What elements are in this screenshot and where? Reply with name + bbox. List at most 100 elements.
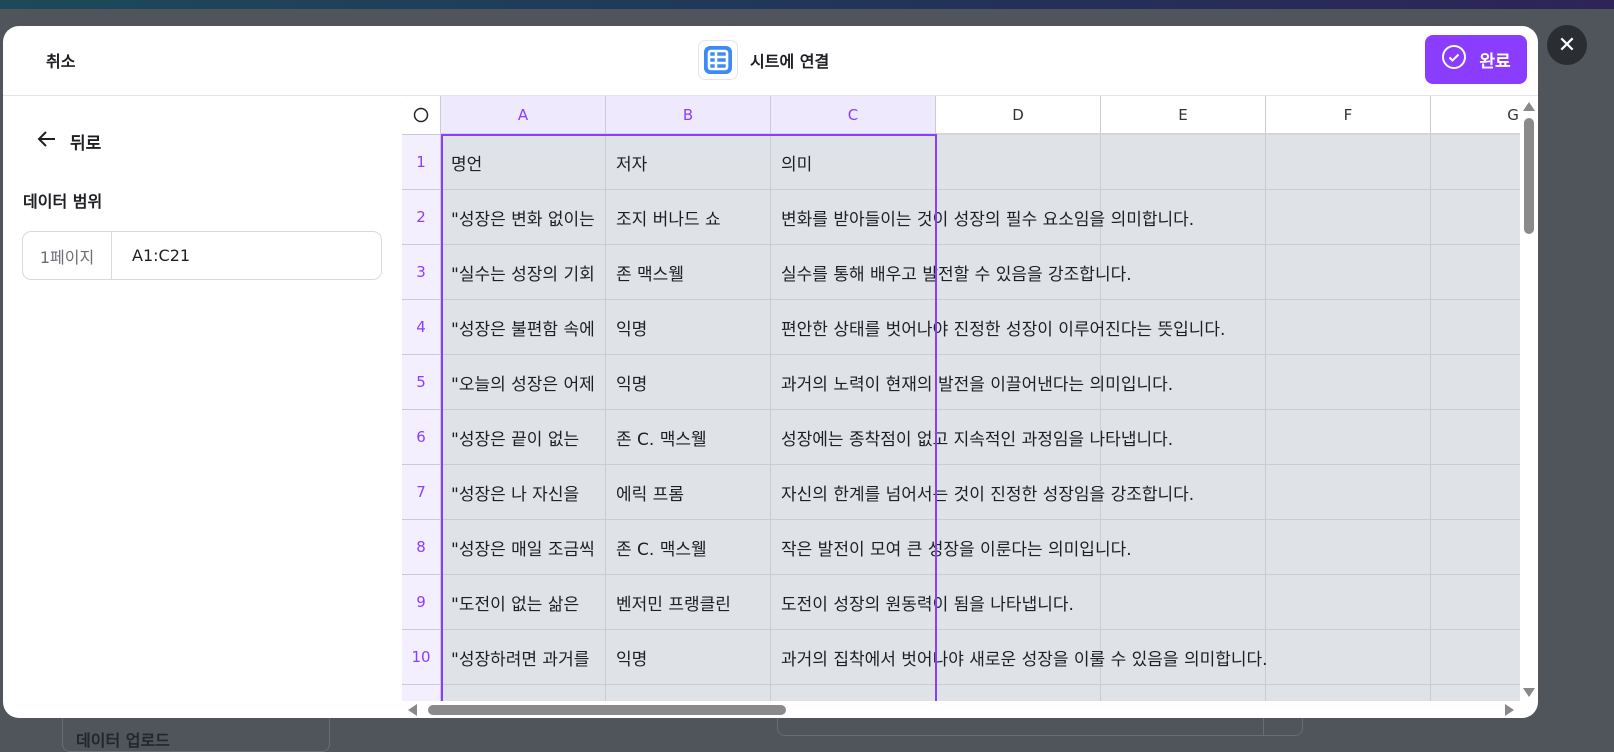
cancel-button[interactable]: 취소 [46, 48, 75, 72]
table-cell[interactable] [936, 135, 1101, 190]
column-header-c[interactable]: C [771, 96, 936, 135]
select-all-button[interactable] [402, 96, 441, 135]
scroll-right-icon[interactable] [1505, 704, 1514, 716]
table-cell[interactable]: "실수는 성장의 기회 [441, 245, 606, 300]
scroll-down-icon[interactable] [1523, 688, 1535, 697]
row-header[interactable]: 6 [402, 410, 441, 465]
row-header[interactable]: 8 [402, 520, 441, 575]
selection-border-top [441, 134, 936, 136]
horizontal-scrollbar[interactable] [402, 701, 1520, 718]
row-header[interactable]: 10 [402, 630, 441, 685]
table-cell[interactable] [1431, 630, 1520, 685]
spreadsheet-grid[interactable]: A B C D E F G 1 명언 저자 의미 2 "성장은 변화 없이는 조지 버나드 쇼 변화를 받아… [402, 96, 1520, 701]
table-cell[interactable]: 실수를 통해 배우고 발전할 수 있음을 강조합니다. [771, 245, 1132, 300]
table-cell[interactable]: "성장은 불편함 속에 [441, 300, 606, 355]
table-cell[interactable] [1431, 355, 1520, 410]
table-cell[interactable]: 익명 [606, 630, 771, 685]
table-cell[interactable] [1266, 300, 1431, 355]
row-header[interactable]: 7 [402, 465, 441, 520]
table-cell[interactable] [1266, 685, 1431, 701]
table-cell[interactable] [1266, 410, 1431, 465]
table-cell[interactable] [1266, 245, 1431, 300]
table-cell[interactable]: "성장하려면 과거를 [441, 630, 606, 685]
table-cell[interactable]: 과거의 집착에서 벗어나야 새로운 성장을 이룰 수 있음을 의미합니다. [771, 630, 1268, 685]
table-cell[interactable]: 편안한 상태를 벗어나야 진정한 성장이 이루어진다는 뜻입니다. [771, 300, 1225, 355]
table-cell[interactable]: 익명 [606, 300, 771, 355]
scroll-left-icon[interactable] [408, 704, 417, 716]
table-cell[interactable] [1431, 300, 1520, 355]
table-cell[interactable] [441, 685, 606, 701]
vertical-scrollbar[interactable] [1520, 96, 1538, 701]
table-cell[interactable]: "성장은 변화 없이는 [441, 190, 606, 245]
row-header[interactable] [402, 685, 441, 701]
row-header[interactable]: 1 [402, 135, 441, 190]
table-cell[interactable]: 명언 [441, 135, 606, 190]
table-cell[interactable] [1431, 190, 1520, 245]
row-header[interactable]: 5 [402, 355, 441, 410]
table-cell[interactable] [1431, 685, 1520, 701]
horizontal-scroll-thumb[interactable] [428, 705, 786, 715]
table-cell[interactable] [1101, 135, 1266, 190]
table-cell[interactable] [1266, 465, 1431, 520]
table-cell[interactable]: "성장은 끝이 없는 [441, 410, 606, 465]
table-cell[interactable]: 조지 버나드 쇼 [606, 190, 771, 245]
table-cell[interactable]: 에릭 프롬 [606, 465, 771, 520]
done-button[interactable]: 완료 [1425, 35, 1527, 84]
table-cell[interactable] [1431, 520, 1520, 575]
table-cell[interactable] [771, 685, 936, 701]
table-cell[interactable]: "성장은 매일 조금씩 [441, 520, 606, 575]
table-cell[interactable] [1431, 135, 1520, 190]
column-header-a[interactable]: A [441, 96, 606, 135]
check-circle-icon [1441, 44, 1467, 75]
table-cell[interactable]: 성장에는 종착점이 없고 지속적인 과정임을 나타냅니다. [771, 410, 1173, 465]
row-header[interactable]: 2 [402, 190, 441, 245]
table-cell[interactable] [1266, 630, 1431, 685]
table-cell[interactable]: 변화를 받아들이는 것이 성장의 필수 요소임을 의미합니다. [771, 190, 1194, 245]
table-cell[interactable]: 존 C. 맥스웰 [606, 520, 771, 575]
selection-border-right [935, 134, 937, 701]
table-cell[interactable] [1266, 355, 1431, 410]
table-cell[interactable] [1431, 465, 1520, 520]
column-header-f[interactable]: F [1266, 96, 1431, 135]
table-cell[interactable]: 저자 [606, 135, 771, 190]
table-cell[interactable]: "오늘의 성장은 어제 [441, 355, 606, 410]
table-cell[interactable]: 자신의 한계를 넘어서는 것이 진정한 성장임을 강조합니다. [771, 465, 1194, 520]
table-cell[interactable] [1431, 410, 1520, 465]
data-range-heading: 데이터 범위 [23, 192, 103, 211]
table-cell[interactable]: 벤저민 프랭클린 [606, 575, 771, 630]
table-cell[interactable]: "성장은 나 자신을 [441, 465, 606, 520]
table-cell[interactable] [936, 685, 1101, 701]
column-header-g[interactable]: G [1431, 96, 1520, 135]
table-cell[interactable] [1431, 575, 1520, 630]
data-range-field[interactable]: 1페이지 A1:C21 [22, 231, 382, 280]
table-cell[interactable] [606, 685, 771, 701]
column-header-e[interactable]: E [1101, 96, 1266, 135]
column-header-d[interactable]: D [936, 96, 1101, 135]
table-cell[interactable]: 의미 [771, 135, 936, 190]
table-cell[interactable] [1266, 520, 1431, 575]
row-header[interactable]: 9 [402, 575, 441, 630]
table-cell[interactable] [1431, 245, 1520, 300]
range-input[interactable]: A1:C21 [112, 246, 190, 265]
table-cell[interactable]: 도전이 성장의 원동력이 됨을 나타냅니다. [771, 575, 1074, 630]
table-cell[interactable]: 익명 [606, 355, 771, 410]
table-cell[interactable]: "도전이 없는 삶은 [441, 575, 606, 630]
row-header[interactable]: 3 [402, 245, 441, 300]
arrow-left-icon [36, 128, 58, 155]
table-cell[interactable] [1266, 190, 1431, 245]
column-header-b[interactable]: B [606, 96, 771, 135]
table-cell[interactable] [1266, 135, 1431, 190]
table-cell[interactable] [1266, 575, 1431, 630]
table-cell[interactable]: 작은 발전이 모여 큰 성장을 이룬다는 의미입니다. [771, 520, 1132, 575]
table-cell[interactable] [1101, 685, 1266, 701]
range-page-label: 1페이지 [23, 232, 112, 279]
table-cell[interactable]: 과거의 노력이 현재의 발전을 이끌어낸다는 의미입니다. [771, 355, 1173, 410]
scroll-up-icon[interactable] [1523, 102, 1535, 111]
vertical-scroll-thumb[interactable] [1524, 118, 1534, 234]
row-header[interactable]: 4 [402, 300, 441, 355]
table-cell[interactable] [1101, 575, 1266, 630]
table-cell[interactable]: 존 맥스웰 [606, 245, 771, 300]
back-button[interactable]: 뒤로 [36, 128, 101, 155]
close-button[interactable]: ✕ [1547, 25, 1587, 65]
table-cell[interactable]: 존 C. 맥스웰 [606, 410, 771, 465]
